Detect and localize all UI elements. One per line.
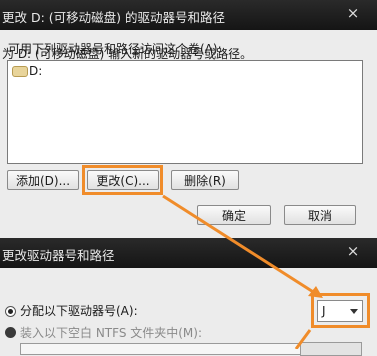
list-item-label: D: xyxy=(29,64,43,78)
close-icon[interactable]: × xyxy=(343,241,363,261)
mount-folder-field[interactable] xyxy=(20,343,312,355)
close-icon[interactable]: × xyxy=(343,3,363,23)
drive-icon xyxy=(12,66,28,77)
drive-letter-highlight xyxy=(311,293,370,328)
drive-paths-list[interactable]: D: xyxy=(7,60,363,164)
change-button-highlight xyxy=(82,165,163,195)
new-letter-prompt: 为 D: (可移动磁盘) 输入新的驱动器号或路径。 xyxy=(2,47,253,61)
subdialog-titlebar[interactable]: 更改驱动器号和路径 × xyxy=(0,238,377,268)
dialog-titlebar[interactable]: 更改 D: (可移动磁盘) 的驱动器号和路径 × xyxy=(0,0,377,30)
mount-folder-label[interactable]: 装入以下空白 NTFS 文件夹中(M): xyxy=(20,324,202,341)
ok-button[interactable]: 确定 xyxy=(197,205,271,225)
subdialog-title: 更改驱动器号和路径 xyxy=(2,248,115,263)
browse-button[interactable] xyxy=(300,342,362,356)
add-button[interactable]: 添加(D)... xyxy=(7,170,79,190)
cancel-button[interactable]: 取消 xyxy=(284,205,356,225)
dialog-title: 更改 D: (可移动磁盘) 的驱动器号和路径 xyxy=(2,10,226,25)
delete-button[interactable]: 删除(R) xyxy=(171,170,239,190)
assign-letter-radio[interactable] xyxy=(5,306,16,317)
assign-letter-label[interactable]: 分配以下驱动器号(A): xyxy=(20,302,138,319)
mount-folder-radio[interactable] xyxy=(5,327,16,338)
